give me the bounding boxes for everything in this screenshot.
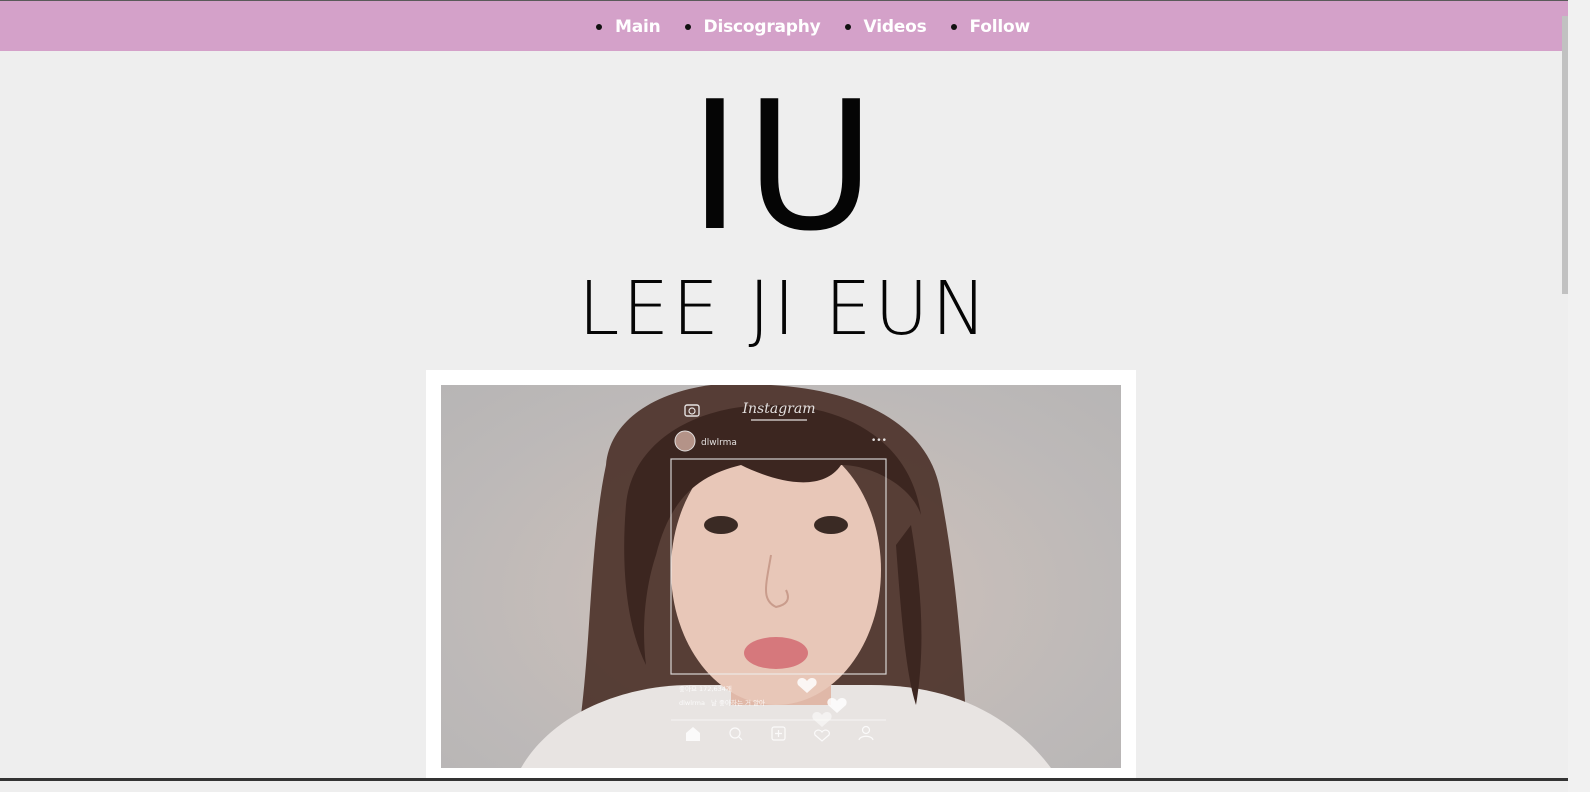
- overlay-likes: 좋아요 172,634개: [679, 684, 732, 693]
- bullet-icon: [596, 23, 602, 30]
- overlay-caption: 날 좋아하는 거 알아: [711, 698, 765, 707]
- nav-link-follow[interactable]: Follow: [970, 17, 1031, 37]
- nav-item-main[interactable]: Main: [596, 17, 661, 37]
- nav-link-discography[interactable]: Discography: [704, 17, 821, 37]
- overlay-username: dlwlrma: [701, 438, 737, 448]
- overlay-caption-user: dlwlrma: [679, 699, 705, 707]
- page-subtitle: LEE JI EUN: [578, 266, 990, 352]
- bullet-icon: [684, 23, 691, 30]
- instagram-logo-text: Instagram: [742, 401, 816, 417]
- scrollbar-track[interactable]: [1568, 0, 1590, 792]
- scrollbar-thumb[interactable]: [1562, 16, 1568, 294]
- bullet-icon: [844, 23, 851, 30]
- top-nav-bar: Main Discography Videos Follow: [0, 0, 1568, 51]
- bullet-icon: [950, 23, 957, 30]
- hero-image: Instagram dlwlrma ••• 좋아요 172,634개 dlwlr…: [441, 385, 1121, 768]
- portrait-illustration: Instagram dlwlrma ••• 좋아요 172,634개 dlwlr…: [521, 385, 1051, 768]
- page-title: IU: [688, 63, 880, 270]
- nav-item-discography[interactable]: Discography: [684, 17, 821, 37]
- main-nav: Main Discography Videos Follow: [596, 1, 1054, 52]
- svg-text:•••: •••: [871, 436, 887, 446]
- photo-frame: Instagram dlwlrma ••• 좋아요 172,634개 dlwlr…: [426, 370, 1136, 780]
- bottom-divider: [0, 778, 1568, 781]
- nav-link-videos[interactable]: Videos: [864, 17, 927, 37]
- nav-link-main[interactable]: Main: [615, 17, 661, 37]
- nav-item-follow[interactable]: Follow: [950, 17, 1031, 37]
- nav-item-videos[interactable]: Videos: [844, 17, 927, 37]
